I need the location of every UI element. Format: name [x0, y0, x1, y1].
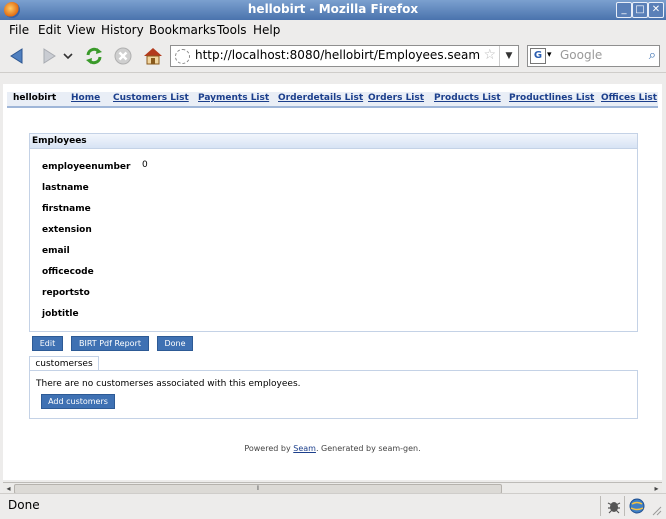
field-label-email: email — [42, 246, 70, 256]
tab-customerses[interactable]: customerses — [29, 356, 99, 371]
menu-bar: File Edit View History Bookmarks Tools H… — [0, 20, 666, 40]
nav-link-orders[interactable]: Orders List — [368, 93, 424, 103]
seam-link[interactable]: Seam — [293, 444, 316, 453]
employee-details-panel: Employees employeenumber 0 lastname firs… — [29, 133, 638, 332]
history-dropdown-icon[interactable] — [62, 45, 74, 67]
search-engine-icon[interactable]: G — [530, 48, 546, 64]
menu-help[interactable]: Help — [253, 23, 280, 37]
nav-link-payments[interactable]: Payments List — [198, 93, 269, 103]
menu-view[interactable]: View — [67, 23, 95, 37]
status-text: Done — [8, 498, 40, 512]
nav-link-offices[interactable]: Offices List — [601, 93, 657, 103]
search-icon[interactable]: ⌕ — [649, 48, 656, 63]
page-content: hellobirt Home Customers List Payments L… — [3, 84, 662, 480]
bookmark-star-icon[interactable]: ☆ — [483, 47, 496, 63]
edit-button[interactable]: Edit — [32, 336, 63, 351]
menu-file[interactable]: File — [9, 23, 29, 37]
menu-tools[interactable]: Tools — [217, 23, 247, 37]
browser-window: hellobirt - Mozilla Firefox _ □ ✕ File E… — [0, 0, 666, 519]
field-label-firstname: firstname — [42, 204, 91, 214]
empty-customers-message: There are no customerses associated with… — [36, 379, 301, 389]
menu-edit[interactable]: Edit — [38, 23, 61, 37]
close-icon[interactable]: ✕ — [648, 2, 664, 18]
nav-link-customers[interactable]: Customers List — [113, 93, 189, 103]
search-input[interactable]: Google — [560, 48, 602, 62]
add-customers-button[interactable]: Add customers — [41, 394, 115, 409]
status-divider — [600, 496, 601, 516]
site-identity-icon[interactable] — [175, 49, 190, 64]
field-label-extension: extension — [42, 225, 92, 235]
site-navigation: hellobirt Home Customers List Payments L… — [7, 92, 658, 108]
network-globe-icon[interactable] — [628, 497, 646, 515]
menu-bookmarks[interactable]: Bookmarks — [149, 23, 216, 37]
field-label-lastname: lastname — [42, 183, 89, 193]
site-brand: hellobirt — [13, 93, 57, 103]
footer-prefix: Powered by — [244, 444, 291, 453]
minimize-icon[interactable]: _ — [616, 2, 632, 18]
done-button[interactable]: Done — [157, 336, 193, 351]
window-title: hellobirt - Mozilla Firefox — [247, 2, 419, 16]
maximize-icon[interactable]: □ — [632, 2, 648, 18]
nav-link-productlines[interactable]: Productlines List — [509, 93, 594, 103]
forward-arrow-icon[interactable] — [37, 45, 59, 67]
field-label-officecode: officecode — [42, 267, 94, 277]
url-text[interactable]: http://localhost:8080/hellobirt/Employee… — [195, 48, 480, 62]
search-bar[interactable]: G ▾ Google ⌕ — [527, 45, 660, 67]
home-icon[interactable] — [142, 45, 164, 67]
nav-link-home[interactable]: Home — [71, 93, 100, 103]
field-value-employeenumber: 0 — [142, 160, 148, 170]
page-footer: Powered by Seam. Generated by seam-gen. — [3, 444, 662, 453]
reload-icon[interactable] — [83, 45, 105, 67]
stop-icon[interactable] — [112, 45, 134, 67]
nav-link-orderdetails[interactable]: Orderdetails List — [278, 93, 363, 103]
nav-link-products[interactable]: Products List — [434, 93, 501, 103]
url-bar[interactable]: http://localhost:8080/hellobirt/Employee… — [170, 45, 519, 67]
panel-title: Employees — [32, 136, 87, 146]
customers-tab-panel: There are no customerses associated with… — [29, 370, 638, 419]
panel-header: Employees — [30, 134, 637, 149]
status-bar: Done — [0, 493, 666, 519]
url-dropdown-icon[interactable]: ▼ — [499, 46, 518, 66]
status-divider — [624, 496, 625, 516]
field-label-jobtitle: jobtitle — [42, 309, 79, 319]
birt-pdf-report-button[interactable]: BIRT Pdf Report — [71, 336, 149, 351]
menu-history[interactable]: History — [101, 23, 144, 37]
search-engine-dropdown-icon[interactable]: ▾ — [547, 50, 552, 60]
back-arrow-icon[interactable] — [7, 45, 29, 67]
field-label-employeenumber: employeenumber — [42, 162, 131, 172]
footer-suffix: . Generated by seam-gen. — [315, 444, 421, 453]
title-bar: hellobirt - Mozilla Firefox _ □ ✕ — [0, 0, 666, 20]
bug-icon[interactable] — [606, 498, 622, 514]
resize-grip-icon[interactable] — [650, 504, 662, 516]
field-label-reportsto: reportsto — [42, 288, 90, 298]
